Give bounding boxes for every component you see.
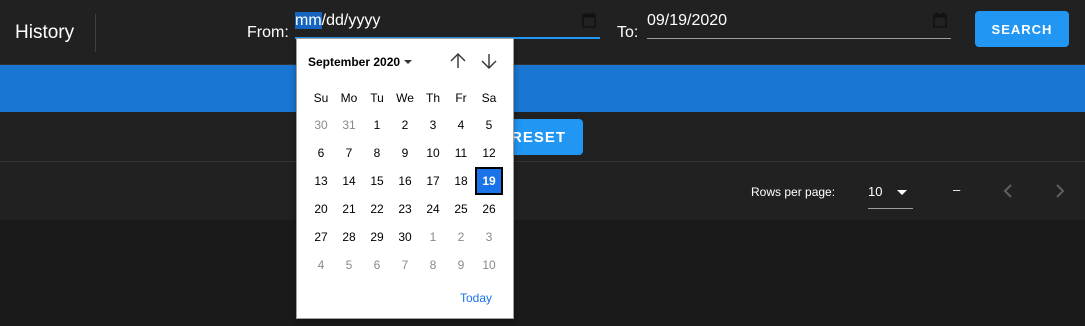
calendar-icon[interactable] [933, 12, 947, 28]
calendar-grid: Su Mo Tu We Th Fr Sa 30 31 1 2 3 4 5 6 7 8 9 10 11 12 13 14 15… [307, 85, 505, 279]
weekday-label: Sa [481, 91, 497, 105]
calendar-day[interactable]: 31 [335, 111, 363, 139]
arrow-down-icon[interactable] [480, 52, 498, 70]
calendar-day[interactable]: 11 [447, 139, 475, 167]
weekday-label: We [396, 91, 414, 105]
calendar-day[interactable]: 4 [447, 111, 475, 139]
calendar-day[interactable]: 17 [419, 167, 447, 195]
calendar-day[interactable]: 14 [335, 167, 363, 195]
calendar-day[interactable]: 7 [335, 139, 363, 167]
to-label: To: [617, 24, 639, 41]
calendar-day[interactable]: 27 [307, 223, 335, 251]
search-button[interactable]: SEARCH [975, 11, 1069, 47]
month-label: September 2020 [308, 55, 401, 69]
calendar-day[interactable]: 4 [307, 251, 335, 279]
calendar-day[interactable]: 7 [391, 251, 419, 279]
calendar-day[interactable]: 22 [363, 195, 391, 223]
calendar-week-row: 6 7 8 9 10 11 12 [307, 139, 505, 167]
to-date-input[interactable]: 09/19/2020 [647, 10, 951, 39]
calendar-day[interactable]: 23 [391, 195, 419, 223]
calendar-day[interactable]: 18 [447, 167, 475, 195]
calendar-day[interactable]: 30 [307, 111, 335, 139]
calendar-day[interactable]: 20 [307, 195, 335, 223]
calendar-day[interactable]: 25 [447, 195, 475, 223]
arrow-up-icon[interactable] [449, 52, 467, 70]
progress-band [0, 65, 1085, 112]
month-dropdown-icon [404, 60, 413, 64]
from-date-input[interactable]: mm/dd/yyyy [295, 10, 600, 39]
from-date-rest: /dd/yyyy [321, 12, 381, 29]
from-date-text: mm/dd/yyyy [295, 12, 380, 30]
page-title: History [15, 22, 75, 43]
calendar-day[interactable]: 29 [363, 223, 391, 251]
calendar-day-selected[interactable]: 19 [475, 167, 503, 195]
rows-per-page-label: Rows per page: [751, 185, 836, 199]
calendar-day[interactable]: 2 [447, 223, 475, 251]
weekday-header: Su Mo Tu We Th Fr Sa [307, 85, 505, 111]
rows-per-page-select[interactable]: 10 [868, 182, 913, 209]
from-month-segment[interactable]: mm [295, 12, 322, 29]
page-range-text: – [953, 182, 961, 197]
from-label: From: [247, 24, 289, 41]
calendar-day[interactable]: 2 [391, 111, 419, 139]
calendar-day[interactable]: 10 [419, 139, 447, 167]
calendar-day[interactable]: 6 [363, 251, 391, 279]
calendar-week-row: 30 31 1 2 3 4 5 [307, 111, 505, 139]
month-selector[interactable]: September 2020 [308, 55, 413, 69]
calendar-day[interactable]: 26 [475, 195, 503, 223]
calendar-day[interactable]: 9 [391, 139, 419, 167]
calendar-day[interactable]: 21 [335, 195, 363, 223]
to-date-value: 09/19/2020 [647, 12, 728, 29]
calendar-day[interactable]: 1 [363, 111, 391, 139]
weekday-label: Su [313, 91, 329, 105]
dropdown-caret-icon [897, 190, 907, 195]
chevron-left-icon[interactable] [999, 181, 1019, 201]
filters-row: RESET [0, 112, 1085, 162]
calendar-day[interactable]: 9 [447, 251, 475, 279]
calendar-day[interactable]: 3 [475, 223, 503, 251]
weekday-label: Mo [340, 91, 358, 105]
calendar-day[interactable]: 3 [419, 111, 447, 139]
calendar-week-row: 4 5 6 7 8 9 10 [307, 251, 505, 279]
date-picker-popup: September 2020 Su Mo Tu We Th Fr Sa 30 31 1 2 3 4 5 6… [296, 38, 514, 319]
pagination-row: Rows per page: 10 – [0, 162, 1085, 220]
calendar-day[interactable]: 12 [475, 139, 503, 167]
calendar-day[interactable]: 6 [307, 139, 335, 167]
history-toolbar: History From: mm/dd/yyyy To: 09/19/2020 … [0, 0, 1085, 65]
calendar-day[interactable]: 24 [419, 195, 447, 223]
rows-per-page-value: 10 [868, 184, 883, 199]
weekday-label: Fr [455, 91, 467, 105]
today-button[interactable]: Today [460, 291, 492, 305]
calendar-day[interactable]: 8 [419, 251, 447, 279]
calendar-day[interactable]: 13 [307, 167, 335, 195]
calendar-day[interactable]: 15 [363, 167, 391, 195]
calendar-day[interactable]: 10 [475, 251, 503, 279]
calendar-day[interactable]: 5 [335, 251, 363, 279]
calendar-day[interactable]: 8 [363, 139, 391, 167]
calendar-day[interactable]: 16 [391, 167, 419, 195]
calendar-icon[interactable] [582, 12, 596, 28]
title-divider [95, 14, 96, 52]
weekday-label: Tu [370, 91, 384, 105]
calendar-week-row: 20 21 22 23 24 25 26 [307, 195, 505, 223]
calendar-day[interactable]: 5 [475, 111, 503, 139]
calendar-day[interactable]: 30 [391, 223, 419, 251]
calendar-day[interactable]: 1 [419, 223, 447, 251]
calendar-week-row: 27 28 29 30 1 2 3 [307, 223, 505, 251]
calendar-week-row: 13 14 15 16 17 18 19 [307, 167, 505, 195]
chevron-right-icon[interactable] [1049, 181, 1069, 201]
calendar-day[interactable]: 28 [335, 223, 363, 251]
weekday-label: Th [425, 91, 440, 105]
